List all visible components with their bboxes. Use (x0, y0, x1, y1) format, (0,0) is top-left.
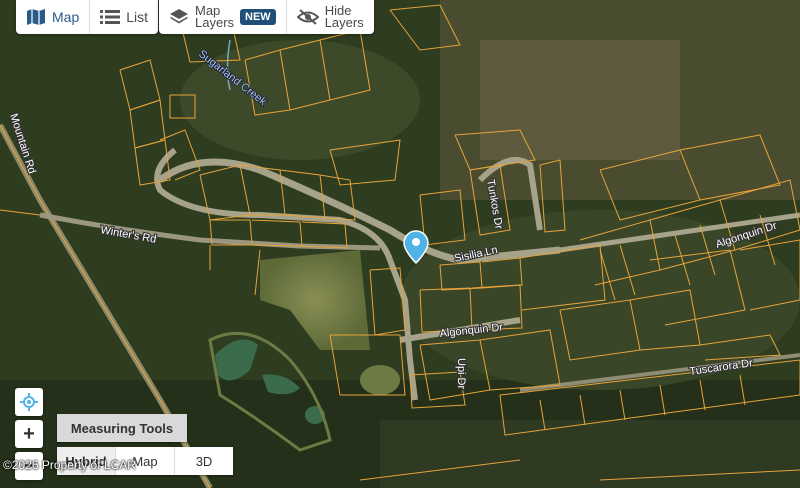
zoom-in-button[interactable]: + (15, 420, 43, 448)
3d-tab[interactable]: 3D (174, 447, 233, 475)
layers-icon (170, 9, 188, 24)
list-view-label: List (126, 9, 149, 25)
new-badge: NEW (240, 9, 276, 25)
view-mode-toolbar: Map List (16, 0, 159, 34)
crosshair-icon (20, 393, 38, 411)
map-layers-label-line2: Layers (195, 15, 235, 30)
map-layers-button[interactable]: Map Layers NEW (159, 0, 286, 34)
my-location-button[interactable] (15, 388, 43, 416)
hide-layers-button[interactable]: Hide Layers (285, 0, 374, 34)
map-view-label: Map (52, 9, 80, 25)
eye-slash-icon (296, 9, 319, 25)
map-view-button[interactable]: Map (16, 0, 89, 34)
list-icon (100, 10, 121, 24)
measuring-tools-button[interactable]: Measuring Tools (57, 414, 187, 442)
layers-toolbar: Map Layers NEW Hide Layers (159, 0, 374, 34)
list-view-button[interactable]: List (89, 0, 158, 34)
copyright-notice: ©2026 Property of LCAR (3, 458, 136, 472)
road-label-upi-dr: Upi Dr (455, 358, 467, 390)
hide-layers-label-line2: Layers (324, 15, 364, 30)
map-icon (27, 9, 45, 25)
